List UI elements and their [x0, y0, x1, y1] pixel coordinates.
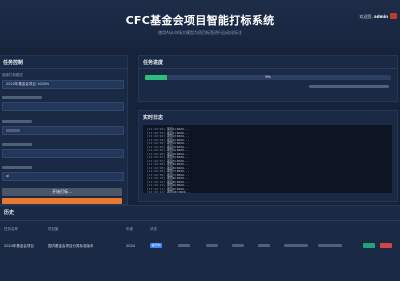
config-field-3[interactable] — [2, 149, 124, 158]
page-title: CFC基金会项目智能打标系统 — [125, 14, 275, 27]
config-field-4-value: al — [6, 174, 10, 178]
redacted-label — [2, 120, 32, 123]
redacted-cell — [284, 244, 308, 247]
realtime-log-panel: 实时日志 [11:22:03] 项目1/1024... [11:22:03] 项目… — [138, 110, 398, 202]
redacted-cell — [178, 244, 190, 247]
task-control-title: 任务控制 — [3, 60, 24, 66]
redacted-value — [6, 129, 20, 132]
config-field-4[interactable]: al — [2, 172, 124, 181]
history-header-status: 状态 — [150, 227, 157, 231]
welcome-prefix: 欢迎您, — [359, 14, 373, 19]
history-header-dataset: 项目集 — [48, 227, 59, 231]
log-output[interactable]: [11:22:03] 项目1/1024... [11:22:03] 项目1/102… — [143, 125, 392, 193]
app-header: CFC基金会项目智能打标系统 使用AI从市场大模型为项目标签进行自动化标注 欢迎… — [0, 0, 400, 48]
redacted-cell — [206, 244, 218, 247]
mode-select[interactable]: 2024年基金会项目 1000% — [2, 80, 124, 89]
panel-divider — [139, 68, 397, 69]
task-progress-title: 任务进度 — [143, 60, 164, 66]
delete-action-button[interactable] — [380, 243, 392, 248]
redacted-label — [2, 96, 42, 99]
progress-bar: 9% — [145, 75, 391, 80]
history-row-year: 2024 — [126, 244, 135, 248]
start-tagging-button[interactable]: 开始打标... — [2, 188, 122, 196]
username: admin — [374, 14, 388, 19]
view-action-button[interactable] — [363, 243, 375, 248]
task-progress-panel: 任务进度 9% — [138, 55, 398, 102]
redacted-cell — [232, 244, 244, 247]
redacted-cell — [258, 244, 270, 247]
redacted-cell — [318, 244, 342, 247]
redacted-label — [2, 166, 32, 169]
log-timestamp: [11:22:12] — [147, 190, 167, 193]
user-welcome: 欢迎您, admin — [359, 14, 388, 20]
history-row-dataset: 国内基金会项目分类标准版本 — [48, 244, 94, 248]
status-badge: 进行中 — [150, 243, 162, 248]
page-subtitle: 使用AI从市场大模型为项目标签进行自动化标注 — [158, 30, 242, 35]
history-row-name: 2024年基金会项目 — [4, 244, 34, 248]
config-field-2[interactable] — [2, 126, 124, 135]
task-control-panel: 任务控制 选择打标模式 2024年基金会项目 1000% al 开始打标... — [0, 55, 128, 205]
realtime-log-title: 实时日志 — [143, 115, 164, 121]
history-header-name: 任务名称 — [4, 227, 18, 231]
history-header-year: 年度 — [126, 227, 133, 231]
progress-percent: 9% — [265, 75, 271, 79]
panel-divider — [0, 68, 127, 69]
log-line: [11:22:12] 项目10/1024... — [147, 190, 191, 193]
mode-select-value: 2024年基金会项目 1000% — [6, 82, 50, 86]
history-title: 历史 — [4, 210, 15, 216]
stop-button[interactable] — [2, 198, 122, 204]
logout-button[interactable] — [390, 13, 397, 19]
redacted-label — [2, 143, 32, 146]
progress-status-redacted — [309, 85, 389, 88]
config-field-1[interactable] — [2, 102, 124, 111]
log-message: 项目10/1024... — [166, 190, 191, 193]
mode-label: 选择打标模式 — [2, 73, 23, 77]
panel-divider — [0, 220, 400, 221]
history-panel: 历史 任务名称 项目集 年度 状态 2024年基金会项目 国内基金会项目分类标准… — [0, 205, 400, 281]
